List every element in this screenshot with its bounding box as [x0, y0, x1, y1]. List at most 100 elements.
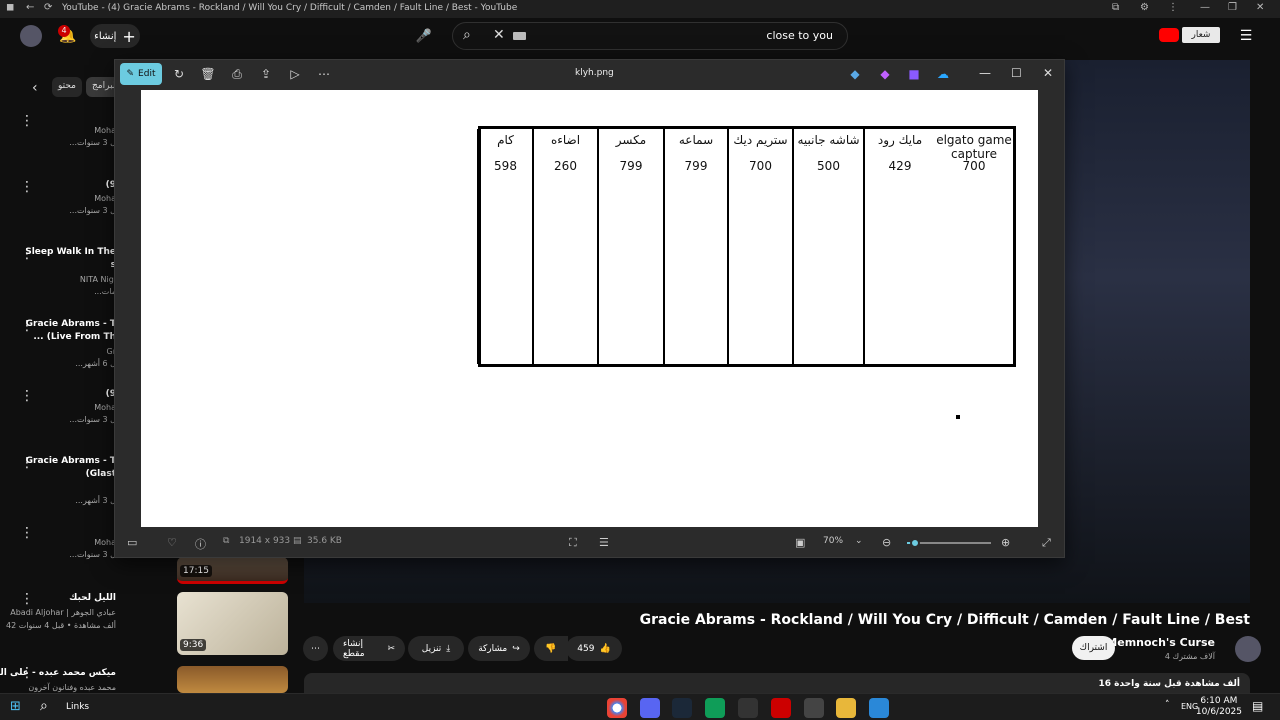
- video-thumbnail[interactable]: [177, 666, 288, 693]
- channel-name: Moha: [94, 194, 116, 203]
- like-button[interactable]: 459 👍: [566, 636, 622, 661]
- close-icon[interactable]: ✕: [1043, 66, 1053, 80]
- more-actions-button[interactable]: ⋯: [303, 636, 328, 661]
- text-select-icon[interactable]: ☰: [599, 536, 609, 549]
- video-title: 1997 ميكس محمد عبده - على البال - لندن: [0, 668, 116, 678]
- clipchamp-icon[interactable]: ■: [906, 66, 922, 82]
- youtube-header: 🔔 4 إنشاء + 🎤 ⌕ ✕ close to you شعار ☰: [0, 18, 1280, 56]
- create-label: إنشاء: [94, 30, 117, 42]
- windows-start-icon[interactable]: ⊞: [10, 699, 21, 714]
- video-thumbnail[interactable]: 9:36: [177, 592, 288, 655]
- hamburger-menu-icon[interactable]: ☰: [1236, 26, 1256, 46]
- search-icon[interactable]: ⌕: [463, 27, 471, 43]
- subscribe-button[interactable]: اشتراك: [1072, 636, 1115, 660]
- taskbar-search-label[interactable]: Links: [66, 702, 89, 712]
- time: 6:10 AM: [1200, 696, 1238, 706]
- menu-dots-icon[interactable]: ⋮: [1168, 2, 1178, 13]
- extension-icon[interactable]: ⧉: [1112, 2, 1119, 13]
- crop-icon[interactable]: ⛶: [569, 536, 577, 550]
- share-icon[interactable]: ⇪: [258, 66, 274, 82]
- zoom-in-icon[interactable]: ⊕: [1001, 536, 1010, 549]
- restore-icon[interactable]: ❐: [1228, 2, 1237, 13]
- table-cell-value: 598: [494, 159, 517, 173]
- video-duration: 9:36: [180, 639, 207, 651]
- more-options-icon[interactable]: ⋮: [20, 114, 34, 128]
- zoom-level[interactable]: 70%: [823, 536, 843, 546]
- file-size: 35.6 KB: [307, 536, 342, 546]
- more-options-icon[interactable]: ⋮: [20, 526, 34, 540]
- heart-icon[interactable]: ♡: [167, 536, 177, 549]
- more-options-icon[interactable]: ⋮: [20, 389, 34, 403]
- close-icon[interactable]: ✕: [1256, 2, 1264, 13]
- chrome-icon[interactable]: [607, 698, 627, 718]
- back-icon[interactable]: ←: [26, 2, 34, 13]
- maximize-icon[interactable]: ☐: [1011, 66, 1022, 80]
- mic-icon[interactable]: 🎤: [414, 26, 434, 46]
- video-thumbnail[interactable]: 17:15: [177, 557, 288, 584]
- app-icon[interactable]: [738, 698, 758, 718]
- zoom-slider-knob[interactable]: [910, 538, 921, 548]
- image-canvas[interactable]: elgato game capture 700 مايك رود 429 شاشه جا…: [141, 90, 1038, 527]
- clock[interactable]: 6:10 AM 10/6/2025: [1196, 696, 1242, 718]
- print-icon[interactable]: ⎙: [229, 66, 245, 82]
- video-meta: ...ل 3 سنوات: [69, 138, 116, 147]
- slideshow-icon[interactable]: ▷: [287, 66, 303, 82]
- chevron-left-icon[interactable]: ‹: [32, 80, 38, 96]
- more-options-icon[interactable]: ⋯: [316, 66, 332, 82]
- video-meta: ...ل 3 سنوات: [69, 415, 116, 424]
- fullscreen-icon[interactable]: ⤢: [1042, 536, 1051, 550]
- video-meta: ...ل 3 أشهر: [75, 496, 116, 505]
- share-button[interactable]: مشاركة ↪: [468, 636, 530, 661]
- notification-icon[interactable]: ▤: [1252, 699, 1263, 713]
- video-meta: ...ل 3 سنوات: [69, 206, 116, 215]
- youtube-icon[interactable]: [771, 698, 791, 718]
- filmstrip-icon[interactable]: ▭: [127, 536, 137, 549]
- notification-badge: 4: [58, 25, 70, 37]
- more-options-icon[interactable]: ⋮: [20, 592, 34, 606]
- rotate-icon[interactable]: ↻: [171, 66, 187, 82]
- search-query: close to you: [766, 29, 833, 42]
- avatar[interactable]: [20, 25, 42, 47]
- clip-button[interactable]: إنشاء مقطع ✂: [333, 636, 405, 661]
- refresh-icon[interactable]: ⟳: [44, 2, 52, 13]
- zoom-slider[interactable]: [907, 538, 991, 548]
- minimize-icon[interactable]: —: [1200, 2, 1210, 13]
- channel-name: Moha: [94, 403, 116, 412]
- zoom-out-icon[interactable]: ⊖: [882, 536, 891, 549]
- info-icon[interactable]: ⓘ: [195, 536, 206, 552]
- edit-label: Edit: [138, 69, 156, 79]
- dislike-button[interactable]: 👎: [534, 636, 568, 661]
- copilot-icon[interactable]: ◆: [877, 66, 893, 82]
- steam-icon[interactable]: [672, 698, 692, 718]
- app-link-icon[interactable]: ◆: [847, 66, 863, 82]
- edit-button[interactable]: ✎ Edit: [120, 63, 162, 85]
- file-explorer-icon[interactable]: [836, 698, 856, 718]
- chevron-up-icon[interactable]: ˄: [1165, 700, 1170, 710]
- discord-icon[interactable]: [640, 698, 660, 718]
- chrome-profile-icon[interactable]: [705, 698, 725, 718]
- channel-avatar[interactable]: [1235, 636, 1261, 662]
- more-options-icon[interactable]: ⋮: [20, 180, 34, 194]
- search-icon[interactable]: ⌕: [40, 698, 48, 714]
- epic-games-icon[interactable]: [804, 698, 824, 718]
- puzzle-icon[interactable]: ⚙: [1140, 2, 1149, 13]
- delete-icon[interactable]: 🗑: [200, 66, 216, 82]
- filter-chip[interactable]: محتو: [52, 77, 82, 97]
- minimize-icon[interactable]: —: [979, 66, 991, 80]
- chevron-down-icon[interactable]: ⌄: [855, 536, 863, 546]
- table-column: سماعه 799: [663, 129, 727, 364]
- video-title-line2: (Glast: [85, 469, 116, 479]
- image-dimensions: 1914 x 933: [239, 536, 291, 546]
- create-button[interactable]: إنشاء +: [90, 24, 140, 48]
- channel-name[interactable]: Memnoch's Curse: [1106, 636, 1215, 649]
- keyboard-icon[interactable]: [513, 32, 526, 40]
- like-count: 459: [577, 643, 595, 654]
- scissors-icon: ✂: [387, 643, 395, 654]
- clear-icon[interactable]: ✕: [493, 27, 505, 43]
- youtube-logo-icon[interactable]: [1159, 28, 1179, 42]
- download-button[interactable]: تنزيل ⤓: [408, 636, 464, 661]
- photos-icon[interactable]: [869, 698, 889, 718]
- search-input[interactable]: ⌕ ✕ close to you: [452, 22, 848, 50]
- fit-icon[interactable]: ▣: [795, 536, 805, 549]
- onedrive-icon[interactable]: ☁: [935, 66, 951, 82]
